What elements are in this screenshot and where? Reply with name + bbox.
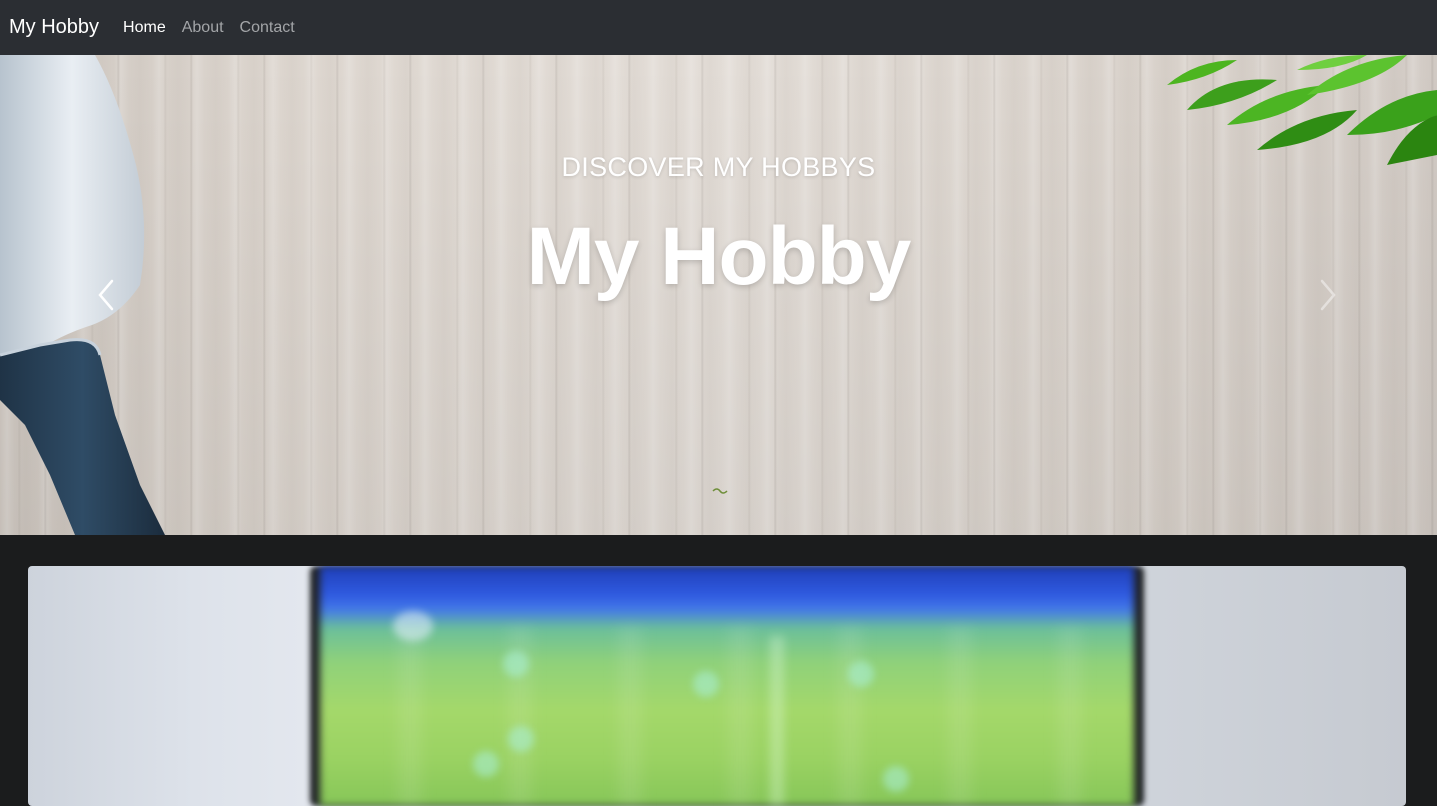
chevron-right-icon: [1320, 279, 1336, 311]
carousel-prev-button[interactable]: [92, 273, 122, 317]
chevron-left-icon: [98, 279, 114, 311]
brand-link[interactable]: My Hobby: [9, 16, 99, 39]
nav-link-contact[interactable]: Contact: [240, 19, 295, 37]
player-dot: [473, 751, 499, 777]
hero-carousel: DISCOVER MY HOBBYS My Hobby: [0, 55, 1437, 535]
nav-link-home[interactable]: Home: [123, 19, 166, 37]
player-dot: [503, 651, 529, 677]
player-dot: [693, 671, 719, 697]
tv-field-line: [770, 636, 784, 806]
hero-title: My Hobby: [526, 211, 912, 302]
leaves-image: [1167, 55, 1437, 165]
hero-subtitle: DISCOVER MY HOBBYS: [561, 152, 876, 182]
nav-links: Home About Contact: [123, 19, 311, 37]
tv-field-stripes: [320, 626, 1134, 806]
navbar: My Hobby Home About Contact: [0, 0, 1437, 55]
player-dot: [848, 661, 874, 687]
carousel-next-button[interactable]: [1312, 273, 1342, 317]
player-dot: [883, 766, 909, 792]
nav-link-about[interactable]: About: [182, 19, 224, 37]
player-dot: [508, 726, 534, 752]
hobby-card[interactable]: [28, 566, 1406, 806]
carousel-indicator[interactable]: [712, 487, 730, 495]
crowd-highlight: [393, 611, 433, 641]
